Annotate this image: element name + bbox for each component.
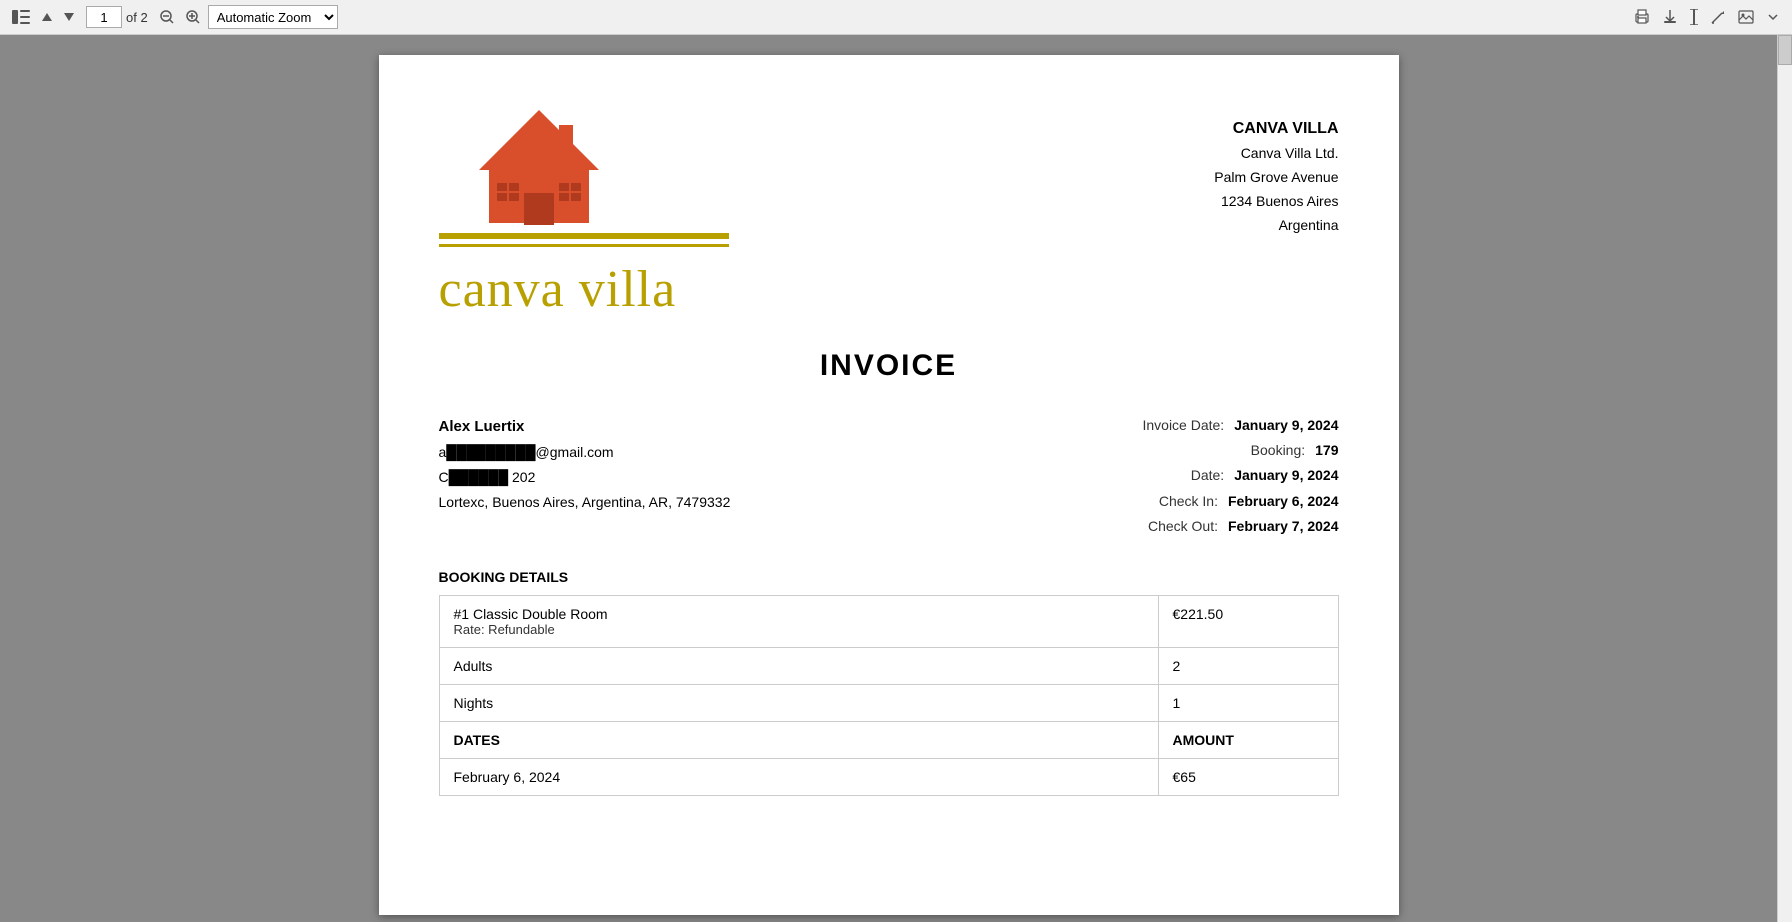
page-number-input[interactable] <box>86 6 122 28</box>
right-scrollbar[interactable] <box>1777 35 1792 922</box>
date-label: Date: <box>1191 463 1224 488</box>
pdf-page: canva villa CANVA VILLA Canva Villa Ltd.… <box>379 55 1399 915</box>
gold-decoration-lines <box>439 233 729 247</box>
nights-description: Nights <box>439 684 1158 721</box>
pdf-toolbar: of 2 Automatic Zoom Actual Size Page Fit… <box>0 0 1792 35</box>
date-entry: February 6, 2024 <box>439 758 1158 795</box>
image-button[interactable] <box>1734 8 1758 26</box>
invoice-date-row: Invoice Date: January 9, 2024 <box>1142 413 1338 438</box>
checkin-label: Check In: <box>1159 489 1218 514</box>
text-cursor-button[interactable] <box>1686 7 1702 27</box>
adults-description: Adults <box>439 647 1158 684</box>
download-button[interactable] <box>1658 7 1682 27</box>
company-address1: Palm Grove Avenue <box>1214 166 1338 190</box>
amount-header: AMOUNT <box>1158 721 1338 758</box>
company-name: CANVA VILLA <box>1214 115 1338 142</box>
checkout-row: Check Out: February 7, 2024 <box>1142 514 1338 539</box>
booking-row: Booking: 179 <box>1142 438 1338 463</box>
date-value: January 9, 2024 <box>1234 463 1338 488</box>
company-country: Argentina <box>1214 214 1338 238</box>
date-amount: €65 <box>1158 758 1338 795</box>
table-row: #1 Classic Double Room Rate: Refundable … <box>439 595 1338 647</box>
booking-label: Booking: <box>1251 438 1305 463</box>
room-description: #1 Classic Double Room Rate: Refundable <box>439 595 1158 647</box>
pdf-viewer[interactable]: canva villa CANVA VILLA Canva Villa Ltd.… <box>0 35 1777 922</box>
company-info: CANVA VILLA Canva Villa Ltd. Palm Grove … <box>1214 115 1338 237</box>
booking-table: #1 Classic Double Room Rate: Refundable … <box>439 595 1339 796</box>
toolbar-right-actions <box>1630 7 1784 27</box>
invoice-title: INVOICE <box>439 349 1339 383</box>
customer-name: Alex Luertix <box>439 413 731 440</box>
prev-page-button[interactable] <box>38 11 56 23</box>
gold-line-thick <box>439 233 729 239</box>
room-rate: Rate: Refundable <box>454 622 1144 637</box>
toggle-sidebar-button[interactable] <box>8 8 34 26</box>
zoom-out-button[interactable] <box>156 8 178 26</box>
booking-value: 179 <box>1315 438 1338 463</box>
logo-area: canva villa <box>439 105 729 319</box>
booking-section-title: BOOKING DETAILS <box>439 569 1339 585</box>
scrollbar-thumb[interactable] <box>1778 35 1792 65</box>
page-total: of 2 <box>126 10 148 25</box>
checkout-label: Check Out: <box>1148 514 1218 539</box>
main-area: canva villa CANVA VILLA Canva Villa Ltd.… <box>0 35 1792 922</box>
room-amount: €221.50 <box>1158 595 1338 647</box>
room-name: #1 Classic Double Room <box>454 606 1144 622</box>
checkin-row: Check In: February 6, 2024 <box>1142 489 1338 514</box>
date-row: Date: January 9, 2024 <box>1142 463 1338 488</box>
house-logo-icon <box>469 105 609 225</box>
header-section: canva villa CANVA VILLA Canva Villa Ltd.… <box>439 105 1339 319</box>
invoice-date-label: Invoice Date: <box>1142 413 1224 438</box>
invoice-meta: Invoice Date: January 9, 2024 Booking: 1… <box>1142 413 1338 539</box>
details-section: Alex Luertix a█████████@gmail.com C█████… <box>439 413 1339 539</box>
checkout-value: February 7, 2024 <box>1228 514 1339 539</box>
nights-amount: 1 <box>1158 684 1338 721</box>
canva-villa-logo-text: canva villa <box>439 260 677 319</box>
table-row: Nights 1 <box>439 684 1338 721</box>
customer-info: Alex Luertix a█████████@gmail.com C█████… <box>439 413 731 539</box>
zoom-in-button[interactable] <box>182 8 204 26</box>
draw-button[interactable] <box>1706 7 1730 27</box>
adults-amount: 2 <box>1158 647 1338 684</box>
company-address2: 1234 Buenos Aires <box>1214 190 1338 214</box>
page-input-group: of 2 <box>86 6 148 28</box>
company-full-name: Canva Villa Ltd. <box>1214 142 1338 166</box>
gold-line-thin <box>439 244 729 247</box>
table-row: February 6, 2024 €65 <box>439 758 1338 795</box>
customer-address: Lortexc, Buenos Aires, Argentina, AR, 74… <box>439 490 731 515</box>
table-row: Adults 2 <box>439 647 1338 684</box>
checkin-value: February 6, 2024 <box>1228 489 1339 514</box>
invoice-date-value: January 9, 2024 <box>1234 413 1338 438</box>
print-button[interactable] <box>1630 7 1654 27</box>
customer-phone: C██████ 202 <box>439 465 731 490</box>
more-tools-button[interactable] <box>1762 8 1784 26</box>
zoom-select[interactable]: Automatic Zoom Actual Size Page Fit Page… <box>208 5 338 29</box>
next-page-button[interactable] <box>60 11 78 23</box>
dates-header: DATES <box>439 721 1158 758</box>
table-row: DATES AMOUNT <box>439 721 1338 758</box>
customer-email: a█████████@gmail.com <box>439 440 731 465</box>
